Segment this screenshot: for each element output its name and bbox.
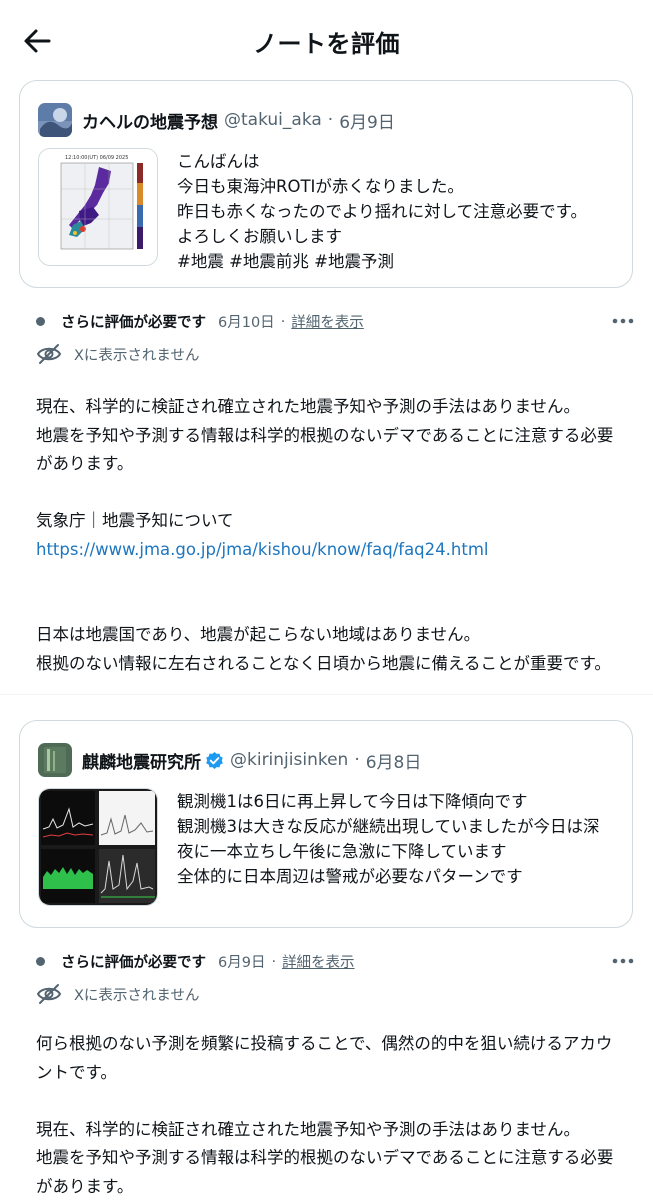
note-line: 地震を予知や予測する情報は科学的根拠のないデマであることに注意する必要	[36, 1144, 636, 1173]
post-line: 観測機1は6日に再上昇して今日は下降傾向です	[177, 789, 600, 814]
note-line: 現在、科学的に検証され確立された地震予知や予測の手法はありません。	[36, 393, 636, 422]
quoted-post-card[interactable]: カヘルの地震予想 @takui_aka · 6月9日 12:10:00(UT) …	[19, 80, 633, 288]
not-shown-label: Xに表示されません	[74, 984, 200, 1005]
note-line: 気象庁｜地震予知について	[36, 507, 636, 536]
avatar[interactable]	[38, 743, 72, 777]
note-body: 何ら根拠のない予測を頻繁に投稿することで、偶然の的中を狙い続けるアカウ ントです…	[36, 1030, 636, 1201]
avatar[interactable]	[38, 103, 72, 137]
more-options-icon[interactable]	[612, 317, 634, 325]
post-hashtags[interactable]: #地震 #地震前兆 #地震予測	[177, 249, 587, 274]
status-dot-icon	[36, 317, 45, 326]
author-handle[interactable]: @kirinjisinken	[230, 750, 348, 770]
note-status-row: さらに評価が必要です 6月10日 · 詳細を表示	[36, 311, 364, 332]
note-status: さらに評価が必要です	[61, 311, 206, 332]
post-line: 観測機3は大きな反応が継続出現していましたが今日は深	[177, 814, 600, 839]
note-line: ントです。	[36, 1059, 636, 1088]
post-line: こんばんは	[177, 149, 587, 174]
note-body: 現在、科学的に検証され確立された地震予知や予測の手法はありません。 地震を予知や…	[36, 393, 636, 678]
note-line: 何ら根拠のない予測を頻繁に投稿することで、偶然の的中を狙い続けるアカウ	[36, 1030, 636, 1059]
author-name[interactable]: カヘルの地震予想	[82, 108, 218, 133]
meta-separator: ·	[354, 750, 359, 770]
visibility-row: Xに表示されません	[36, 982, 200, 1006]
note-status-row: さらに評価が必要です 6月9日 · 詳細を表示	[36, 951, 355, 972]
map-timestamp: 12:10:00(UT) 06/09 2025	[65, 155, 128, 161]
note-line: 根拠のない情報に左右されることなく日頃から地震に備えることが重要です。	[36, 650, 636, 679]
note-line: があります。	[36, 1173, 636, 1201]
show-details-link[interactable]: 詳細を表示	[282, 951, 355, 972]
post-image-graphs[interactable]	[38, 788, 158, 906]
quoted-post-text: 観測機1は6日に再上昇して今日は下降傾向です 観測機3は大きな反応が継続出現して…	[177, 789, 600, 889]
note-line: 現在、科学的に検証され確立された地震予知や予測の手法はありません。	[36, 1116, 636, 1145]
note-line: 日本は地震国であり、地震が起こらない地域はありません。	[36, 621, 636, 650]
note-line: があります。	[36, 450, 636, 479]
status-dot-icon	[36, 957, 45, 966]
eye-slash-icon	[36, 342, 62, 366]
quoted-post-card[interactable]: 麒麟地震研究所 @kirinjisinken · 6月8日 観測機1は6日に再上…	[19, 720, 633, 928]
post-image-map[interactable]: 12:10:00(UT) 06/09 2025	[38, 148, 158, 266]
note-date: 6月10日	[218, 311, 275, 332]
note-separator: ·	[281, 314, 286, 330]
not-shown-label: Xに表示されません	[74, 344, 200, 365]
header: ノートを評価	[0, 0, 653, 80]
note-blank-line	[36, 593, 636, 622]
note-date: 6月9日	[218, 951, 265, 972]
post-line: よろしくお願いします	[177, 224, 587, 249]
post-line: 今日も東海沖ROTIが赤くなりました。	[177, 174, 587, 199]
show-details-link[interactable]: 詳細を表示	[291, 311, 364, 332]
quoted-post-header: 麒麟地震研究所 @kirinjisinken · 6月8日	[38, 743, 421, 777]
note-blank-line	[36, 564, 636, 593]
meta-separator: ·	[328, 110, 333, 130]
post-date[interactable]: 6月9日	[339, 108, 395, 133]
post-line: 全体的に日本周辺は警戒が必要なパターンです	[177, 864, 600, 889]
source-link[interactable]: https://www.jma.go.jp/jma/kishou/know/fa…	[36, 536, 636, 565]
note-line	[36, 479, 636, 508]
quoted-post-header: カヘルの地震予想 @takui_aka · 6月9日	[38, 103, 395, 137]
author-handle[interactable]: @takui_aka	[224, 110, 322, 130]
note-separator: ·	[271, 954, 276, 970]
post-line: 夜に一本立ちし午後に急激に下降しています	[177, 839, 600, 864]
page-title: ノートを評価	[0, 24, 653, 59]
post-line: 昨日も赤くなったのでより揺れに対して注意必要です。	[177, 199, 587, 224]
eye-slash-icon	[36, 982, 62, 1006]
note-line	[36, 1087, 636, 1116]
author-name[interactable]: 麒麟地震研究所	[82, 748, 201, 773]
section-divider	[0, 694, 653, 695]
note-line: 地震を予知や予測する情報は科学的根拠のないデマであることに注意する必要	[36, 422, 636, 451]
quoted-post-text: こんばんは 今日も東海沖ROTIが赤くなりました。 昨日も赤くなったのでより揺れ…	[177, 149, 587, 274]
verified-badge-icon	[205, 751, 224, 770]
visibility-row: Xに表示されません	[36, 342, 200, 366]
more-options-icon[interactable]	[612, 957, 634, 965]
post-date[interactable]: 6月8日	[366, 748, 422, 773]
note-status: さらに評価が必要です	[61, 951, 206, 972]
